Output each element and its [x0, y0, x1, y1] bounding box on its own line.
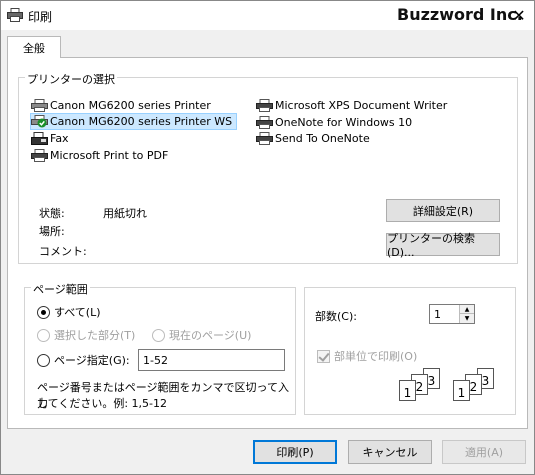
printer-icon [7, 8, 23, 22]
printer-name: Canon MG6200 series Printer WS [50, 115, 233, 128]
status-label: 状態: [39, 207, 65, 220]
page-icon: 1 [399, 380, 416, 401]
preferences-button[interactable]: 詳細設定(R) [386, 199, 500, 222]
collate-label: 部単位で印刷(O) [334, 350, 418, 363]
apply-button[interactable]: 適用(A) [442, 440, 526, 464]
printer-icon [256, 116, 273, 129]
radio-button [37, 328, 50, 342]
close-icon: ✕ [512, 6, 526, 25]
close-button[interactable]: ✕ [504, 1, 534, 30]
collate-checkbox[interactable]: 部単位で印刷(O) [317, 348, 417, 364]
page-range-group: ページ範囲 すべて(L) 選択した部分(T) 現在のページ(U) ページ指定(G… [24, 281, 296, 415]
radio-all-label: すべて(L) [54, 306, 101, 319]
printer-icon [31, 99, 48, 112]
spin-up-icon[interactable]: ▲ [460, 305, 474, 314]
copies-group: 部数(C): 1 ▲ ▼ 部単位で印刷(O) 3 2 1 3 2 1 [304, 287, 516, 415]
printer-icon [256, 132, 273, 145]
title-bar: 印刷 Buzzword Inc. ✕ [1, 1, 534, 30]
location-label: 場所: [39, 225, 65, 238]
printer-item[interactable]: Microsoft XPS Document Writer [256, 97, 447, 114]
spin-buttons: ▲ ▼ [459, 305, 474, 323]
copies-label: 部数(C): [315, 310, 357, 323]
checkbox-box [317, 349, 330, 363]
radio-pages[interactable]: ページ指定(G): [37, 352, 130, 368]
printer-name: Microsoft Print to PDF [50, 149, 169, 162]
printer-name: Microsoft XPS Document Writer [275, 99, 448, 112]
printer-item[interactable]: Canon MG6200 series Printer [31, 97, 211, 114]
printer-item-selected[interactable]: Canon MG6200 series Printer WS [30, 113, 238, 130]
radio-selection[interactable]: 選択した部分(T) [37, 327, 135, 343]
copies-stepper[interactable]: 1 ▲ ▼ [429, 304, 475, 324]
collate-illustration-1: 3 2 1 [399, 368, 443, 408]
page-icon: 1 [453, 380, 470, 401]
printer-default-icon [31, 115, 48, 128]
printer-icon [256, 99, 273, 112]
print-button[interactable]: 印刷(P) [253, 440, 337, 464]
copies-value: 1 [434, 308, 441, 321]
print-dialog: 印刷 Buzzword Inc. ✕ 全般 プリンターの選択 Canon MG6… [0, 0, 535, 475]
printer-name: Fax [50, 132, 69, 145]
radio-current-page[interactable]: 現在のページ(U) [152, 327, 251, 343]
fax-icon [31, 132, 48, 145]
collate-illustration-2: 3 2 1 [453, 368, 497, 408]
printer-name: Canon MG6200 series Printer [50, 99, 211, 112]
general-panel: プリンターの選択 Canon MG6200 series Printer Can… [7, 57, 528, 429]
printer-item[interactable]: Send To OneNote [256, 130, 370, 147]
status-value: 用紙切れ [103, 207, 147, 220]
printer-item[interactable]: Fax [31, 130, 69, 147]
radio-button [37, 305, 50, 319]
find-printer-button[interactable]: プリンターの検索(D)... [386, 232, 500, 259]
printer-icon [31, 149, 48, 162]
radio-all[interactable]: すべて(L) [37, 304, 101, 320]
comment-label: コメント: [39, 245, 87, 258]
radio-pages-label: ページ指定(G): [54, 354, 130, 367]
page-range-legend: ページ範囲 [31, 281, 90, 297]
printer-select-group: プリンターの選択 Canon MG6200 series Printer Can… [18, 71, 518, 264]
radio-button [37, 353, 50, 367]
printer-item[interactable]: Microsoft Print to PDF [31, 147, 168, 164]
spin-down-icon[interactable]: ▼ [460, 314, 474, 323]
tab-general[interactable]: 全般 [7, 36, 61, 58]
page-range-hint-2: してください。例: 1,5-12 [37, 397, 168, 410]
printer-name: OneNote for Windows 10 [275, 116, 413, 129]
window-title: 印刷 [28, 10, 53, 24]
pages-input[interactable]: 1-52 [138, 349, 285, 371]
radio-button [152, 328, 165, 342]
cancel-button[interactable]: キャンセル [348, 440, 432, 464]
radio-current-page-label: 現在のページ(U) [169, 329, 252, 342]
printer-name: Send To OneNote [275, 132, 370, 145]
printer-item[interactable]: OneNote for Windows 10 [256, 114, 412, 131]
radio-selection-label: 選択した部分(T) [54, 329, 136, 342]
printer-group-legend: プリンターの選択 [25, 71, 117, 87]
